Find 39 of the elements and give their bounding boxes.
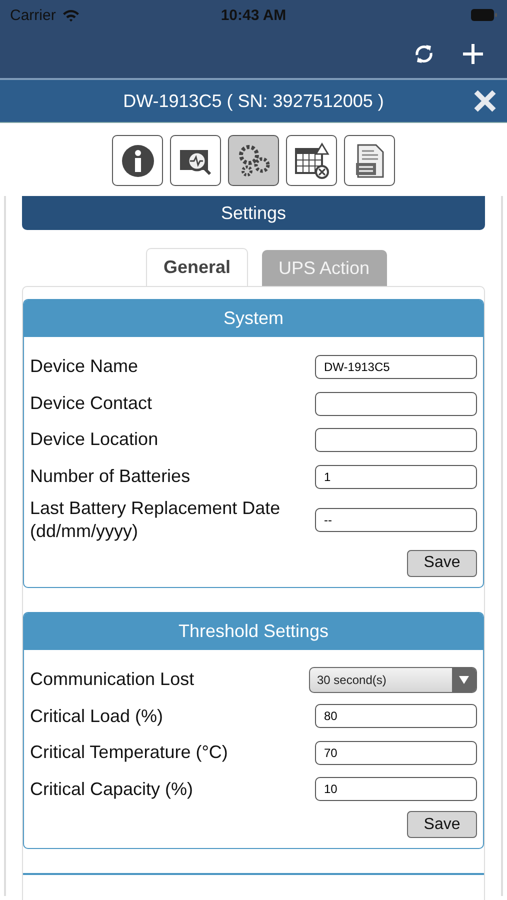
calendar-icon — [292, 142, 330, 180]
field-label: Critical Capacity (%) — [30, 778, 194, 801]
input-field[interactable]: 10 — [315, 777, 477, 802]
section-title: System — [223, 308, 284, 329]
input-field[interactable]: 80 — [315, 704, 477, 728]
field-label: Critical Load (%) — [30, 704, 164, 728]
clock-time: 10:43 AM — [220, 6, 286, 24]
save-button[interactable]: Save — [407, 811, 477, 838]
info-tool-button[interactable] — [112, 135, 163, 186]
battery-icon — [471, 9, 497, 21]
input-field[interactable]: -- — [315, 508, 477, 532]
field-label: Communication Lost — [30, 668, 194, 692]
tab[interactable]: General — [146, 248, 248, 286]
save-button[interactable]: Save — [407, 550, 477, 577]
page-title: Settings — [220, 202, 286, 224]
calendar-tool-button[interactable] — [286, 135, 337, 186]
section-title: Threshold Settings — [178, 620, 329, 642]
field-label: Last Battery Replacement Date (dd/mm/yyyy) — [30, 497, 282, 544]
add-icon[interactable] — [461, 42, 485, 66]
input-field[interactable] — [315, 392, 477, 416]
dropdown-field[interactable]: 30 second(s) — [309, 666, 477, 693]
dialog-title: DW-1913C5 ( SN: 3927512005 ) — [123, 90, 384, 112]
input-field[interactable]: 1 — [315, 464, 477, 488]
monitor-tool-button[interactable] — [170, 135, 221, 186]
input-field[interactable]: 70 — [315, 740, 477, 765]
field-label: Critical Temperature (°C) — [30, 741, 228, 764]
input-field[interactable] — [315, 428, 477, 452]
field-label: Number of Batteries — [30, 464, 190, 488]
field-label: Device Name — [30, 355, 138, 378]
close-icon[interactable] — [473, 89, 497, 113]
input-field[interactable]: DW-1913C5 — [315, 355, 477, 379]
field-label: Device Contact — [30, 392, 152, 415]
wifi-icon — [62, 8, 80, 22]
field-label: Device Location — [30, 428, 158, 452]
log-tool-button[interactable] — [344, 135, 395, 186]
refresh-icon[interactable] — [413, 42, 435, 66]
dropdown-arrow-icon — [459, 676, 469, 684]
settings-tool-button[interactable] — [228, 135, 279, 186]
carrier-name: Carrier — [10, 6, 56, 24]
